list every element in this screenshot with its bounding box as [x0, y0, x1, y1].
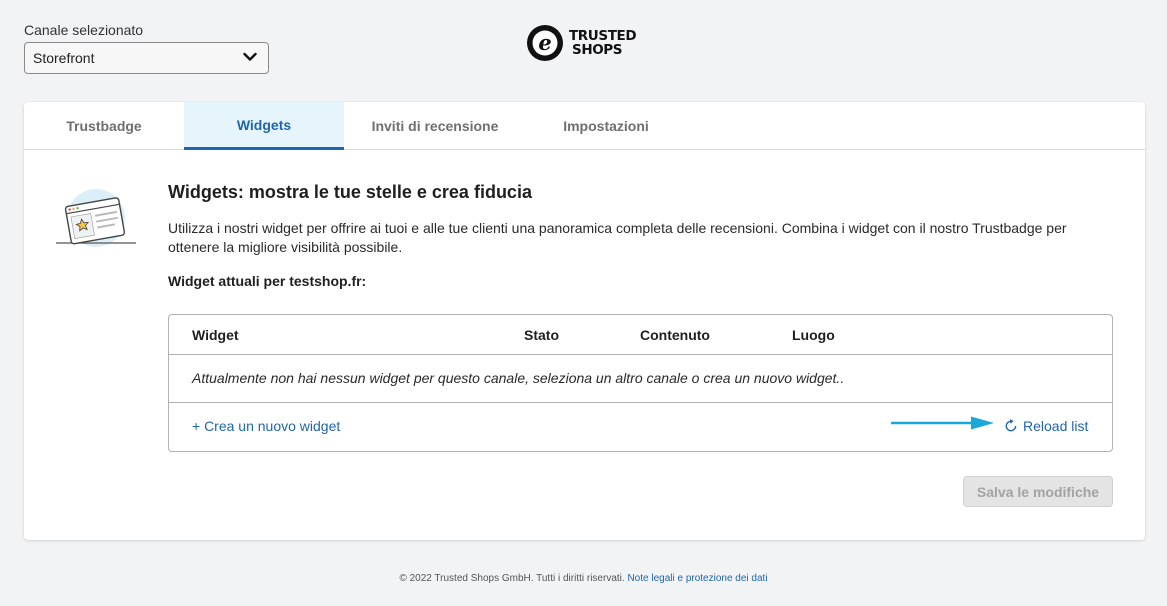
section-title: Widgets: mostra le tue stelle e crea fid… [168, 182, 532, 202]
column-location: Luogo [792, 327, 835, 343]
section-description: Utilizza i nostri widget per offrire ai … [168, 220, 1067, 255]
reload-icon [1005, 419, 1017, 432]
table-header: Widget Stato Contenuto Luogo [169, 315, 1112, 355]
reload-list-label: Reload list [1023, 418, 1089, 434]
arrow-right-icon [891, 416, 994, 430]
column-status: Stato [524, 327, 559, 343]
save-changes-button[interactable]: Salva le modifiche [963, 476, 1113, 507]
tab-settings[interactable]: Impostazioni [526, 102, 686, 150]
widgets-card: Trustbadge Widgets Inviti di recensione … [24, 102, 1145, 540]
empty-state-row: Attualmente non hai nessun widget per qu… [169, 355, 1112, 403]
chevron-down-icon [242, 49, 258, 68]
create-widget-link[interactable]: + Crea un nuovo widget [192, 418, 340, 434]
section-subheading: Widget attuali per testshop.fr: [168, 273, 367, 289]
column-widget: Widget [192, 327, 239, 343]
reload-list-button[interactable]: Reload list [1004, 418, 1088, 434]
channel-select[interactable]: Storefront [24, 42, 269, 74]
svg-text:e: e [538, 30, 551, 55]
widget-illustration-icon [56, 189, 136, 247]
tab-widgets[interactable]: Widgets [184, 102, 344, 150]
tab-bar: Trustbadge Widgets Inviti di recensione … [24, 102, 1145, 150]
widgets-table: Widget Stato Contenuto Luogo Attualmente… [168, 314, 1113, 452]
logo-line-1: TRUSTED [569, 28, 637, 44]
logo-line-2: SHOPS [572, 42, 623, 58]
trusted-shops-logo: e TRUSTED SHOPS [526, 24, 637, 62]
tab-review-invites[interactable]: Inviti di recensione [344, 102, 526, 150]
tab-trustbadge[interactable]: Trustbadge [24, 102, 184, 150]
footer-copyright: © 2022 Trusted Shops GmbH. Tutti i dirit… [399, 573, 625, 584]
footer: © 2022 Trusted Shops GmbH. Tutti i dirit… [0, 573, 1167, 584]
trusted-shops-logo-icon: e [527, 25, 563, 61]
channel-select-value: Storefront [33, 50, 95, 66]
legal-link[interactable]: Note legali e protezione dei dati [627, 573, 767, 584]
empty-state-message: Attualmente non hai nessun widget per qu… [192, 370, 845, 386]
column-content: Contenuto [640, 327, 710, 343]
channel-label: Canale selezionato [24, 22, 144, 38]
